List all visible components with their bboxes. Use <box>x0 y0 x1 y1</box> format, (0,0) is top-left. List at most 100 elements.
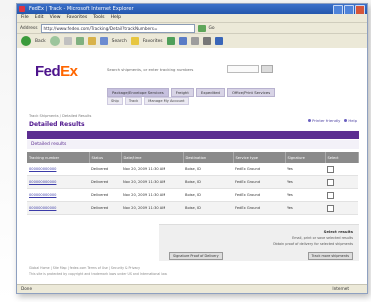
destination-cell: Boise, ID <box>183 163 233 176</box>
mail-icon[interactable] <box>190 37 199 45</box>
help-link[interactable]: Help <box>344 118 357 123</box>
table-row: 000000000000 Delivered Nov 20, 2009 11:3… <box>27 163 358 176</box>
col-header-status[interactable]: Status <box>89 152 122 163</box>
proof-of-delivery-button[interactable]: Signature Proof of Delivery <box>169 252 223 260</box>
menu-favorites[interactable]: Favorites <box>67 14 88 22</box>
back-label: Back <box>35 38 46 44</box>
panel-line-2: Obtain proof of delivery for selected sh… <box>272 242 353 246</box>
title-bar: FedEx | Track - Microsoft Internet Explo… <box>17 4 367 14</box>
service-cell: FedEx Ground <box>233 163 285 176</box>
edit-icon[interactable] <box>214 37 223 45</box>
help-icon <box>344 119 348 122</box>
address-label: Address <box>20 26 38 31</box>
table-row: 000000000000 Delivered Nov 20, 2009 11:3… <box>27 188 358 202</box>
favorites-label: Favorites <box>142 38 163 44</box>
back-icon[interactable] <box>21 36 31 46</box>
panel-line-1: Email, print or save selected results <box>292 236 353 240</box>
col-header-tracking[interactable]: Tracking number <box>27 152 90 163</box>
track-more-button[interactable]: Track more shipments <box>307 252 353 260</box>
menu-bar: File Edit View Favorites Tools Help <box>17 14 367 22</box>
ie-app-icon <box>19 6 25 12</box>
footer-legal: This site is protected by copyright and … <box>29 272 168 276</box>
nav-tab-package[interactable]: Package/Envelope Services <box>107 88 169 97</box>
nav-tab-freight[interactable]: Freight <box>170 88 194 97</box>
favorites-icon[interactable] <box>130 37 139 45</box>
date-cell: Nov 20, 2009 11:30 AM <box>121 175 183 189</box>
tracking-link[interactable]: 000000000000 <box>29 167 56 171</box>
col-header-signature[interactable]: Signature <box>285 152 326 163</box>
signature-cell: Yes <box>285 188 325 202</box>
status-bar: Done Internet <box>17 284 367 293</box>
select-checkbox[interactable] <box>327 165 334 173</box>
col-header-destination[interactable]: Destination <box>183 152 234 163</box>
home-icon[interactable] <box>87 37 96 45</box>
select-results-panel: Select results Email, print or save sele… <box>159 224 359 261</box>
tracking-link[interactable]: 000000000000 <box>29 180 56 184</box>
window-controls <box>333 5 365 14</box>
window-title: FedEx | Track - Microsoft Internet Explo… <box>29 6 134 12</box>
select-checkbox[interactable] <box>327 204 334 212</box>
top-search-button[interactable] <box>261 65 273 73</box>
footer-links[interactable]: Global Home | Site Map | fedex.com Terms… <box>29 266 140 270</box>
destination-cell: Boise, ID <box>183 188 233 202</box>
select-checkbox[interactable] <box>327 178 334 186</box>
address-input[interactable]: http://www.fedex.com/Tracking/Detail?tra… <box>40 24 195 33</box>
subnav-track[interactable]: Track <box>124 97 143 105</box>
maximize-button[interactable] <box>344 5 354 14</box>
menu-help[interactable]: Help <box>111 14 121 22</box>
col-header-service[interactable]: Service type <box>233 152 286 163</box>
print-icon[interactable] <box>202 37 211 45</box>
signature-cell: Yes <box>285 163 325 176</box>
status-cell: Delivered <box>89 175 121 189</box>
menu-view[interactable]: View <box>50 14 61 22</box>
sub-nav: Ship Track Manage My Account <box>107 97 189 105</box>
col-header-date[interactable]: Date/time <box>121 152 184 163</box>
table-row: 000000000000 Delivered Nov 20, 2009 11:3… <box>27 175 358 189</box>
destination-cell: Boise, ID <box>183 175 233 189</box>
date-cell: Nov 20, 2009 11:30 AM <box>121 163 183 176</box>
minimize-button[interactable] <box>333 5 343 14</box>
page-actions: Printer friendly Help <box>308 118 357 123</box>
top-search-input[interactable] <box>227 65 259 73</box>
table-header-row: Tracking number Status Date/time Destina… <box>27 152 359 163</box>
service-cell: FedEx Ground <box>233 201 285 215</box>
nav-tab-expedited[interactable]: Expedited <box>195 88 225 97</box>
go-button[interactable] <box>197 25 206 32</box>
section-divider-bar <box>27 131 359 139</box>
printer-friendly-link[interactable]: Printer friendly <box>308 118 340 123</box>
subnav-ship[interactable]: Ship <box>107 97 123 105</box>
select-checkbox[interactable] <box>327 191 334 199</box>
status-cell: Delivered <box>89 163 121 176</box>
media-icon[interactable] <box>166 37 175 45</box>
status-cell: Delivered <box>89 201 121 215</box>
tracking-link[interactable]: 000000000000 <box>29 206 56 210</box>
stop-icon[interactable] <box>63 37 72 45</box>
menu-tools[interactable]: Tools <box>93 14 104 22</box>
tracking-link[interactable]: 000000000000 <box>29 193 56 197</box>
col-header-select[interactable]: Select <box>325 152 359 163</box>
refresh-icon[interactable] <box>75 37 84 45</box>
date-cell: Nov 20, 2009 11:30 AM <box>121 201 183 215</box>
close-button[interactable] <box>355 5 365 14</box>
forward-icon[interactable] <box>49 36 60 46</box>
service-cell: FedEx Ground <box>233 175 285 189</box>
service-cell: FedEx Ground <box>233 188 285 202</box>
top-search-text: Search shipments, or enter tracking numb… <box>107 67 194 72</box>
destination-cell: Boise, ID <box>183 201 233 215</box>
security-zone: Internet <box>332 286 349 291</box>
subnav-manage[interactable]: Manage My Account <box>144 97 189 105</box>
signature-cell: Yes <box>285 201 325 215</box>
fedex-logo[interactable]: FedEx <box>35 64 78 80</box>
section-heading: Detailed results <box>27 140 359 149</box>
toolbar: Back Search Favorites <box>17 33 367 49</box>
page-title: Detailed Results <box>29 121 85 128</box>
printer-icon <box>308 119 312 122</box>
breadcrumb: Track Shipments / Detailed Results <box>29 114 92 118</box>
menu-edit[interactable]: Edit <box>35 14 44 22</box>
main-nav: Package/Envelope Services Freight Expedi… <box>107 88 276 97</box>
search-icon[interactable] <box>99 37 108 45</box>
history-icon[interactable] <box>178 37 187 45</box>
nav-tab-office[interactable]: Office/Print Services <box>226 88 276 97</box>
table-row: 000000000000 Delivered Nov 20, 2009 11:3… <box>27 201 358 215</box>
menu-file[interactable]: File <box>21 14 29 22</box>
